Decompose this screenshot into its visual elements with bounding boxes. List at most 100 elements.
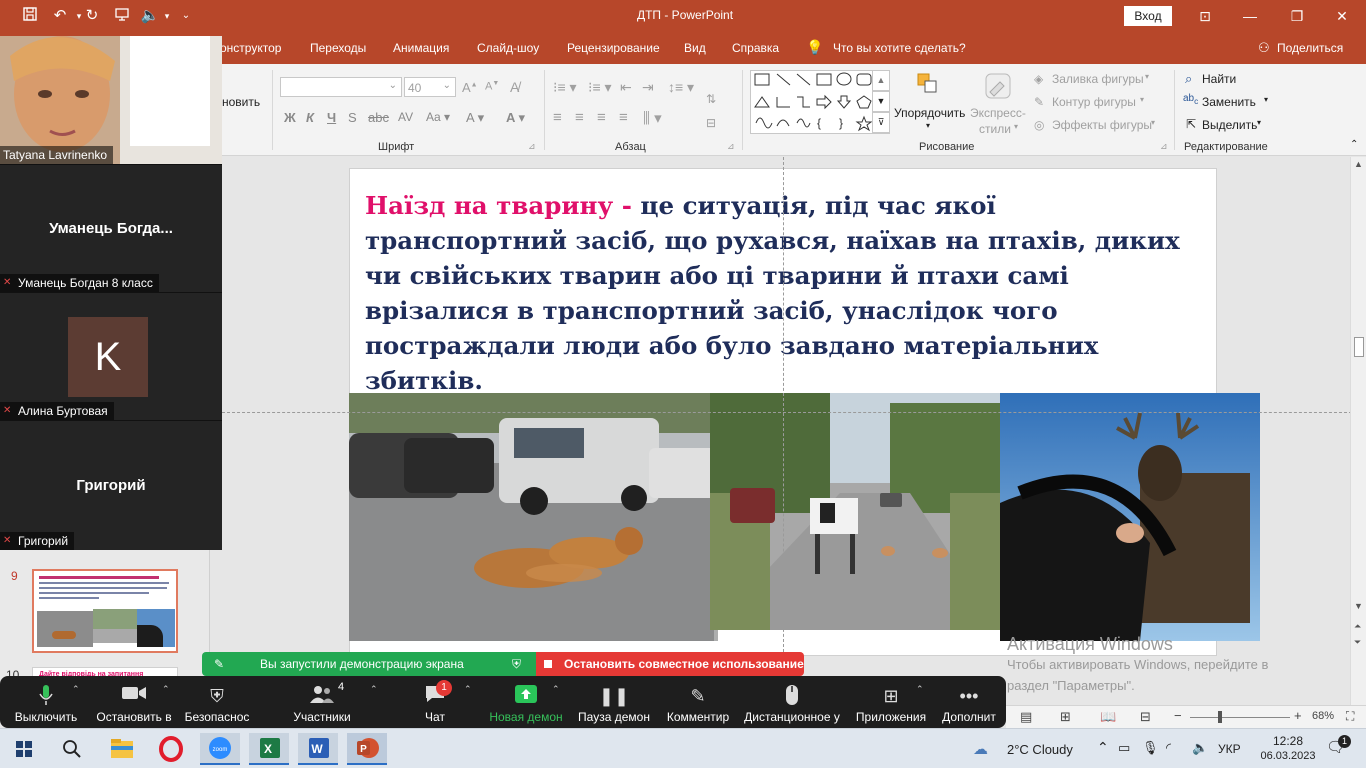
chat-options-icon[interactable]: ⌃ [464, 684, 472, 695]
arrange-dropdown-icon[interactable]: ▾ [926, 121, 930, 130]
shape-fill-icon[interactable]: ◈ [1034, 72, 1043, 86]
slideshow-view-icon[interactable]: ⊟ [1140, 709, 1151, 725]
participants-options-icon[interactable]: ⌃ [370, 684, 378, 695]
text-direction-icon[interactable]: ⇅ [706, 92, 716, 106]
share-options-icon[interactable]: ⌃ [552, 684, 560, 695]
replace-icon[interactable]: abc [1183, 93, 1198, 106]
shape-fill-button[interactable]: Заливка фигуры [1052, 72, 1144, 86]
shape-effects-icon[interactable]: ◎ [1034, 118, 1044, 132]
arrange-button[interactable]: Упорядочить [894, 106, 965, 120]
start-button[interactable] [4, 733, 44, 765]
more-button[interactable]: ••• Дополнит [936, 676, 1002, 728]
security-button[interactable]: ⛨ Безопаснос [180, 676, 254, 728]
zoom-slider-thumb[interactable] [1218, 711, 1222, 723]
present-from-start-icon[interactable] [112, 6, 132, 26]
numbering-icon[interactable]: ⁝≡ ▾ [588, 79, 612, 96]
pin-icon[interactable]: ✎ [214, 652, 224, 676]
apps-options-icon[interactable]: ⌃ [916, 684, 924, 695]
wifi-icon[interactable]: ◜ [1166, 740, 1171, 756]
search-icon[interactable] [52, 733, 92, 765]
customize-toolbar-icon[interactable]: ⌄ [176, 6, 196, 26]
clock-date[interactable]: 06.03.2023 [1254, 750, 1322, 762]
screen-sharing-banner[interactable]: ✎ Вы запустили демонстрацию экрана ⛨ [202, 652, 536, 676]
photo-moose-driver[interactable] [1000, 393, 1260, 641]
audio-options-icon[interactable]: ⌃ [72, 684, 80, 695]
bullets-icon[interactable]: ⁝≡ ▾ [553, 79, 577, 96]
tab-review[interactable]: Рецензирование [567, 41, 660, 55]
zoom-in-icon[interactable]: + [1294, 708, 1302, 723]
tab-view[interactable]: Вид [684, 41, 706, 55]
quick-styles-label-1[interactable]: Экспресс- [970, 106, 1026, 120]
video-tile-self[interactable]: Tatyana Lavrinenko [0, 36, 222, 164]
opera-icon[interactable] [151, 733, 191, 765]
next-slide-icon[interactable]: ⏷ [1354, 637, 1361, 648]
character-spacing-icon[interactable]: AV [398, 110, 413, 124]
participants-button[interactable]: Участники [286, 676, 358, 728]
excel-icon[interactable]: X [249, 733, 289, 765]
slide-sorter-icon[interactable]: ⊞ [1060, 709, 1071, 725]
normal-view-icon[interactable]: ▤ [1020, 709, 1032, 725]
weather-text[interactable]: 2°C Cloudy [1007, 742, 1073, 757]
shadow-icon[interactable]: S [348, 110, 357, 125]
battery-icon[interactable]: ▭ [1118, 740, 1130, 756]
reset-button-partial[interactable]: новить [222, 95, 260, 109]
slide-text-box[interactable]: Наїзд на тварину - це ситуація, під час … [365, 188, 1205, 398]
tab-transitions[interactable]: Переходы [310, 41, 366, 55]
powerpoint-icon[interactable]: P [347, 733, 387, 765]
word-icon[interactable]: W [298, 733, 338, 765]
share-button[interactable]: Поделиться [1277, 41, 1343, 55]
strikethrough-icon[interactable]: abc [368, 110, 389, 125]
video-tile-participant[interactable]: Григорий ✕ Григорий [0, 420, 222, 550]
video-tile-participant[interactable]: Уманець Богда... ✕ Уманець Богдан 8 класс [0, 164, 222, 292]
reading-view-icon[interactable]: 📖 [1100, 709, 1116, 725]
save-icon[interactable] [20, 6, 40, 26]
redo-icon[interactable]: ↻ [82, 6, 102, 26]
scroll-down-icon[interactable]: ▼ [1354, 601, 1363, 611]
decrease-indent-icon[interactable]: ⇤ [620, 79, 632, 96]
previous-slide-icon[interactable]: ⏶ [1354, 621, 1361, 632]
shape-fill-dropdown-icon[interactable]: ▾ [1145, 72, 1149, 81]
remote-control-button[interactable]: Дистанционное у [740, 676, 844, 728]
highlight-icon[interactable]: A ▾ [506, 110, 525, 126]
quick-styles-dropdown-icon[interactable]: ▾ [1014, 122, 1018, 131]
stop-share-button[interactable]: Остановить совместное использование [536, 652, 804, 676]
video-tile-participant[interactable]: K ✕ Алина Буртовая [0, 292, 222, 420]
increase-indent-icon[interactable]: ⇥ [642, 79, 654, 96]
font-size-dropdown[interactable]: 40 ⌄ [404, 77, 456, 97]
input-language[interactable]: УКР [1218, 742, 1241, 756]
close-icon[interactable]: ✕ [1327, 4, 1357, 28]
paragraph-dialog-launcher-icon[interactable]: ⊿ [727, 141, 735, 152]
video-options-icon[interactable]: ⌃ [162, 684, 170, 695]
font-name-dropdown[interactable]: ⌄ [280, 77, 402, 97]
bold-icon[interactable]: Ж [284, 110, 296, 125]
speaker-dropdown-icon[interactable]: ▾ [157, 6, 177, 26]
zoom-slider[interactable] [1190, 711, 1290, 723]
align-text-icon[interactable]: ⊟ [706, 116, 716, 130]
minimize-icon[interactable]: — [1235, 4, 1265, 28]
scroll-up-icon[interactable]: ▲ [1354, 159, 1363, 169]
shape-outline-button[interactable]: Контур фигуры [1052, 95, 1136, 109]
shapes-gallery-scroll[interactable]: ▲ ▼ ⊽ [872, 70, 890, 134]
font-color-icon[interactable]: A ▾ [466, 110, 484, 126]
annotate-button[interactable]: ✎ Комментир [660, 676, 736, 728]
restore-icon[interactable]: ❐ [1282, 4, 1312, 28]
zoom-out-icon[interactable]: − [1174, 708, 1182, 723]
volume-icon[interactable]: 🔈 [1192, 740, 1208, 756]
shapes-gallery[interactable]: { } [750, 70, 890, 134]
zoom-app-icon[interactable]: zoom [200, 733, 240, 765]
shape-effects-button[interactable]: Эффекты фигуры [1052, 118, 1152, 132]
chat-button[interactable]: Чат [410, 676, 460, 728]
undo-icon[interactable]: ↶ [50, 6, 70, 26]
replace-button[interactable]: Заменить [1202, 95, 1256, 109]
fit-slide-icon[interactable]: ⛶ [1346, 709, 1354, 724]
clear-formatting-icon[interactable]: A̸ [510, 79, 519, 95]
find-button[interactable]: Найти [1202, 72, 1236, 86]
tab-animations[interactable]: Анимация [393, 41, 449, 55]
change-case-icon[interactable]: Aa ▾ [426, 110, 450, 124]
tray-chevron-icon[interactable]: ⌃ [1097, 739, 1109, 756]
justify-icon[interactable]: ≡ [619, 109, 628, 126]
microphone-tray-icon[interactable]: 🎙 [1142, 740, 1159, 756]
tab-design[interactable]: онструктор [220, 41, 281, 55]
pause-share-button[interactable]: ❚❚ Пауза демон [576, 676, 652, 728]
thumbnail-slide-9[interactable] [32, 569, 178, 653]
